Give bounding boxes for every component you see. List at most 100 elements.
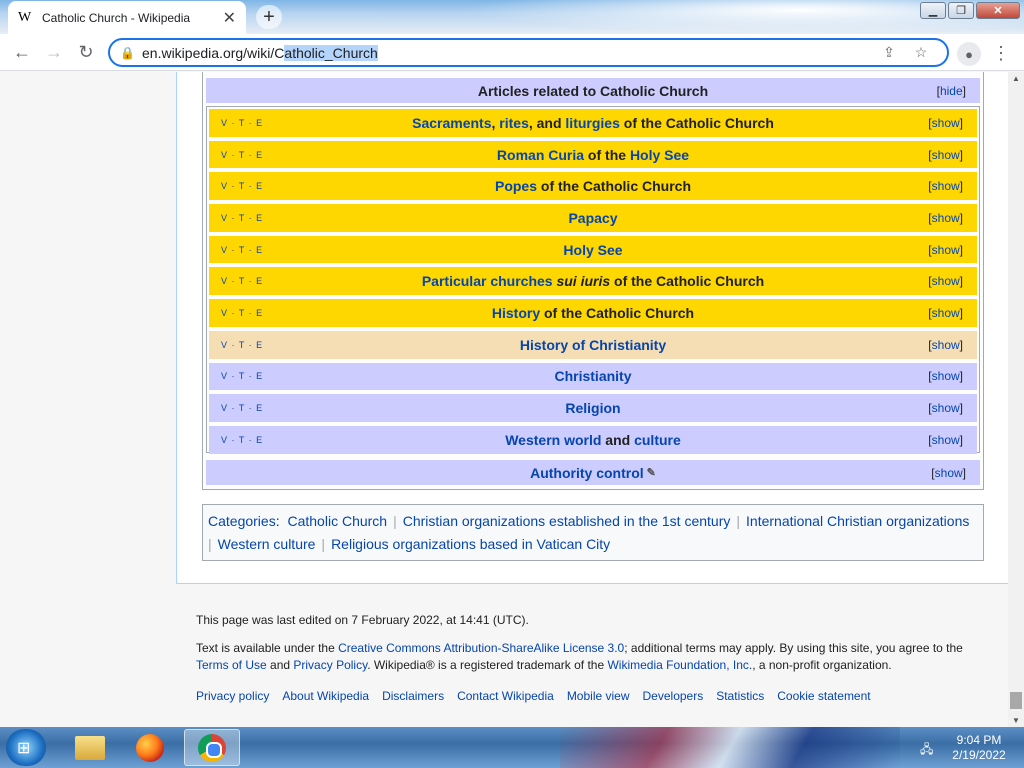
clock[interactable]: 9:04 PM 2/19/2022 [944,733,1014,763]
wikipedia-favicon-icon: W [18,9,32,25]
vte-links[interactable]: V · T · E [221,403,263,413]
chrome-icon [198,733,226,762]
share-icon[interactable]: ⇪ [873,44,905,61]
minimize-button[interactable]: ▁ [920,2,946,19]
show-toggle[interactable]: [show] [931,466,966,480]
tab-title: Catholic Church - Wikipedia [42,10,191,25]
category-link[interactable]: Catholic Church [287,513,387,529]
navbox-hide-toggle[interactable]: [hide] [937,84,966,98]
navbox-row-christianity: V · T · E Christianity [show] [209,362,977,391]
wikimedia-foundation-link[interactable]: Wikimedia Foundation, Inc. [607,658,752,672]
authority-control-link[interactable]: Authority control [530,465,644,481]
maximize-button[interactable]: ❐ [948,2,974,19]
show-toggle[interactable]: [show] [928,148,963,162]
profile-avatar-icon[interactable]: ● [957,42,981,66]
back-icon[interactable]: ← [6,42,38,63]
windows-logo-icon: ⊞ [17,740,31,757]
vte-links[interactable]: V · T · E [221,308,263,318]
show-toggle[interactable]: [show] [928,116,963,130]
footer-link-statistics[interactable]: Statistics [716,688,764,705]
window-controls: ▁ ❐ ✕ [918,2,1020,19]
footer-link-about[interactable]: About Wikipedia [282,688,369,705]
navbox-row-particular-churches: V · T · E Particular churches sui iuris … [209,267,977,296]
authority-control: Authority control ✎ [show] [206,460,980,485]
scrollbar-thumb[interactable] [1010,692,1022,709]
license-text: Text is available under the Creative Com… [196,641,963,672]
folder-icon [75,735,105,760]
chrome-button[interactable] [184,729,240,766]
web-page: Articles related to Catholic Church [hid… [0,72,1008,727]
category-links: Categories: Catholic Church | Christian or… [202,504,984,561]
url-text[interactable]: en.wikipedia.org/wiki/Catholic_Church [142,44,873,61]
page-scrollbar[interactable]: ▲ ▼ [1008,72,1024,727]
show-toggle[interactable]: [show] [928,369,963,383]
footer-link-privacy-policy[interactable]: Privacy policy [196,688,269,705]
lock-icon[interactable]: 🔒 [120,46,142,60]
file-explorer-button[interactable] [62,729,118,766]
close-tab-icon[interactable]: ✕ [223,8,236,28]
footer-links: Privacy policy About Wikipedia Disclaime… [196,688,996,705]
navbox-row-papacy: V · T · E Papacy [show] [209,204,977,232]
bookmark-star-icon[interactable]: ☆ [905,44,937,61]
show-toggle[interactable]: [show] [928,274,963,288]
chrome-menu-icon[interactable]: ⋮ [992,42,1010,66]
cc-license-link[interactable]: Creative Commons Attribution-ShareAlike … [338,641,624,655]
vte-links[interactable]: V · T · E [221,340,263,350]
vte-links[interactable]: V · T · E [221,371,263,381]
last-edited-text: This page was last edited on 7 February … [196,613,529,627]
show-toggle[interactable]: [show] [928,433,963,447]
reload-icon[interactable]: ↻ [70,42,102,63]
footer-link-developers[interactable]: Developers [643,688,704,705]
scroll-down-icon[interactable]: ▼ [1012,716,1020,725]
navbox-row-holy-see: V · T · E Holy See [show] [209,235,977,264]
firefox-button[interactable] [122,729,178,766]
vte-links[interactable]: V · T · E [221,118,263,128]
firefox-icon [136,733,164,762]
new-tab-button[interactable]: + [256,5,282,29]
scroll-up-icon[interactable]: ▲ [1012,74,1020,83]
show-toggle[interactable]: [show] [928,306,963,320]
navbox-title: Articles related to Catholic Church [hid… [206,78,980,103]
network-icon[interactable]: 🖧 [920,740,933,761]
footer-link-cookie-statement[interactable]: Cookie statement [777,688,870,705]
show-toggle[interactable]: [show] [928,179,963,193]
browser-toolbar: ← → ↻ 🔒 en.wikipedia.org/wiki/Catholic_C… [0,34,1024,71]
edit-pencil-icon[interactable]: ✎ [647,466,656,479]
show-toggle[interactable]: [show] [928,338,963,352]
category-link[interactable]: Western culture [218,536,316,552]
privacy-policy-link[interactable]: Privacy Policy [293,658,367,672]
navbox-row-popes: V · T · E Popes of the Catholic Church [… [209,172,977,201]
category-link[interactable]: Christian organizations established in t… [403,513,731,529]
navbox-row-roman-curia: V · T · E Roman Curia of the Holy See [s… [209,140,977,169]
vte-links[interactable]: V · T · E [221,276,263,286]
vte-links[interactable]: V · T · E [221,150,263,160]
footer-link-disclaimers[interactable]: Disclaimers [382,688,444,705]
navbox-row-religion: V · T · E Religion [show] [209,394,977,422]
categories-label[interactable]: Categories [208,513,276,529]
system-tray: 🖧 9:04 PM 2/19/2022 [914,727,1024,768]
vte-links[interactable]: V · T · E [221,245,263,255]
category-link[interactable]: Religious organizations based in Vatican… [331,536,610,552]
close-window-button[interactable]: ✕ [976,2,1020,19]
footer-link-contact[interactable]: Contact Wikipedia [457,688,554,705]
taskbar: ⊞ 🖧 9:04 PM 2/19/2022 [0,727,1024,768]
navbox-row-history-of-christianity: V · T · E History of Christianity [show] [209,330,977,359]
start-button[interactable]: ⊞ [6,729,46,766]
category-link[interactable]: International Christian organizations [746,513,969,529]
terms-of-use-link[interactable]: Terms of Use [196,658,267,672]
footer-link-mobile-view[interactable]: Mobile view [567,688,630,705]
navbox-row-sacraments: V · T · E Sacraments, rites, and liturgi… [209,109,977,137]
navbox-subgroups: V · T · E Sacraments, rites, and liturgi… [206,106,980,454]
vte-links[interactable]: V · T · E [221,181,263,191]
show-toggle[interactable]: [show] [928,401,963,415]
vte-links[interactable]: V · T · E [221,435,263,445]
navbox-row-western-world: V · T · E Western world and culture [sho… [209,425,977,454]
show-toggle[interactable]: [show] [928,211,963,225]
vte-links[interactable]: V · T · E [221,213,263,223]
show-toggle[interactable]: [show] [928,243,963,257]
browser-tab[interactable]: W Catholic Church - Wikipedia ✕ [8,1,246,34]
address-bar[interactable]: 🔒 en.wikipedia.org/wiki/Catholic_Church … [108,38,949,67]
navbox: Articles related to Catholic Church [hid… [202,72,984,490]
forward-icon[interactable]: → [38,42,70,63]
page-footer: This page was last edited on 7 February … [196,612,996,705]
